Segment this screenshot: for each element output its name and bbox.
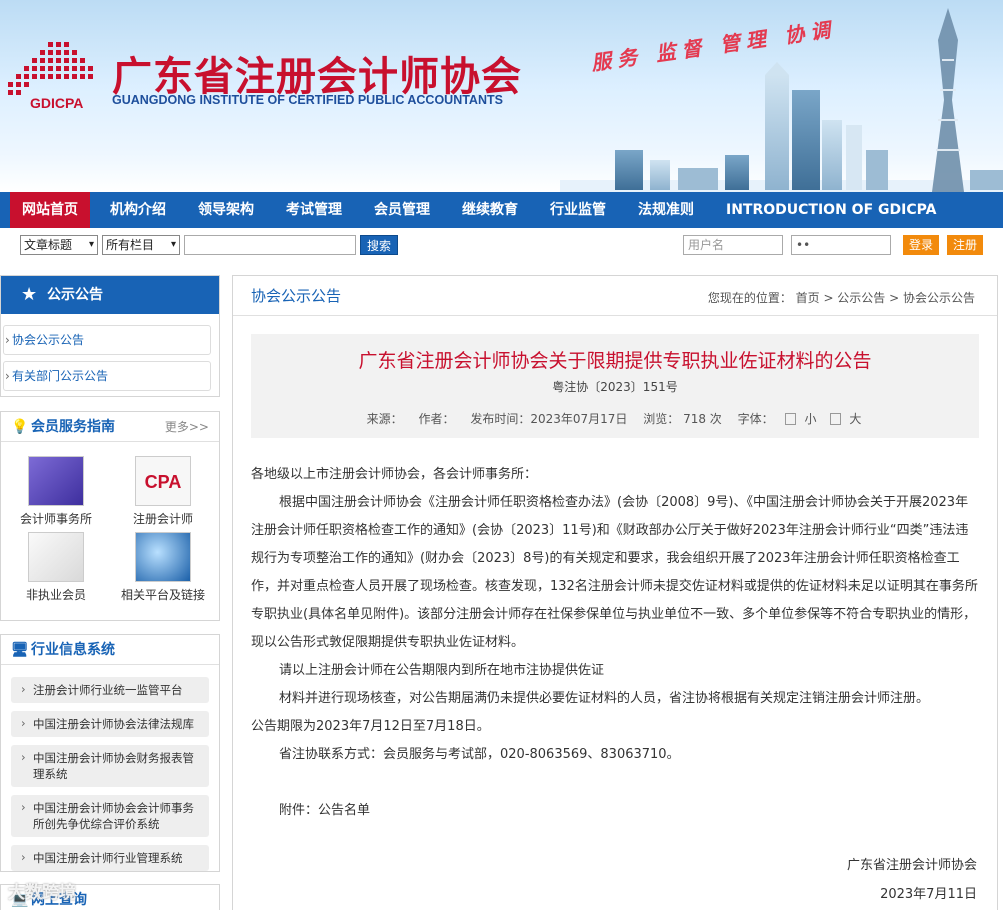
article-title: 广东省注册会计师协会关于限期提供专职执业佐证材料的公告 — [358, 350, 872, 372]
username-input[interactable]: 用户名 — [683, 235, 783, 255]
nav-home[interactable]: 网站首页 — [10, 192, 90, 228]
breadcrumb[interactable]: 您现在的位置： 首页 > 公示公告 > 协会公示公告 — [708, 276, 975, 320]
nav-about[interactable]: 机构介绍 — [98, 192, 178, 228]
section-title: 协会公示公告 — [251, 287, 342, 305]
globe-icon — [135, 532, 191, 582]
sidebar-item-department-notice[interactable]: 有关部门公示公告 — [3, 361, 211, 391]
paragraph-2: 请以上注册会计师在公告期限内到所在地市注协提供佐证 — [279, 663, 605, 678]
nav-exam[interactable]: 考试管理 — [274, 192, 354, 228]
service-cpa-label: 注册会计师 — [132, 512, 193, 526]
register-button[interactable]: 注册 — [947, 235, 983, 255]
service-platforms[interactable]: 相关平台及链接 — [118, 532, 208, 603]
article-meta: 来源： 作者： 发布时间：2023年07月17日 浏览： 718 次 字体： 小… — [251, 410, 979, 427]
contact-info: 省注协联系方式：会员服务与考试部，020-8063569、83063710。 — [279, 747, 680, 762]
font-small-icon — [785, 413, 797, 425]
paragraph-1: 根据中国注册会计师协会《注册会计师任职资格检查办法》(会协〔2008〕9号)、《… — [251, 495, 978, 650]
lightbulb-icon: 💡 — [11, 419, 29, 435]
meta-views: 浏览： 718 次 — [643, 412, 722, 426]
password-input[interactable]: •• — [791, 235, 891, 255]
service-firm-label: 会计师事务所 — [19, 512, 92, 526]
watermark: 大数跨境 — [8, 883, 76, 903]
document-number: 粤注协〔2023〕151号 — [552, 380, 678, 394]
signature-date: 2023年7月11日 — [880, 887, 977, 902]
industry-title: 行业信息系统 — [31, 642, 115, 658]
service-non-practicing[interactable]: 非执业会员 — [11, 532, 101, 603]
industry-header: 🖥 行业信息系统 — [1, 635, 219, 665]
meta-publish-time: 发布时间：2023年07月17日 — [470, 412, 628, 426]
firm-icon — [28, 456, 84, 506]
cpa-icon: CPA — [135, 456, 191, 506]
salutation: 各地级以上市注册会计师协会，各会计师事务所： — [251, 467, 538, 482]
meta-font-label: 字体： — [737, 412, 774, 426]
attachment-link[interactable]: 附件：公告名单 — [251, 797, 979, 825]
member-services-panel: 💡 会员服务指南 更多>> 会计师事务所 CPA 注册会计师 非执业会员 相关平… — [0, 411, 220, 621]
services-title: 会员服务指南 — [31, 419, 115, 435]
column-select[interactable]: 所有栏目 — [102, 235, 180, 255]
paragraph-4: 公告期限为2023年7月12日至7月18日。 — [251, 719, 490, 734]
nav-leadership[interactable]: 领导架构 — [186, 192, 266, 228]
service-non-practicing-label: 非执业会员 — [25, 588, 86, 602]
article-header: 广东省注册会计师协会关于限期提供专职执业佐证材料的公告 粤注协〔2023〕151… — [251, 334, 979, 438]
nav-members[interactable]: 会员管理 — [362, 192, 442, 228]
logo-text: GDICPA — [30, 95, 84, 111]
font-large-button[interactable]: 大 — [830, 412, 867, 426]
document-icon — [28, 532, 84, 582]
signature-org: 广东省注册会计师协会 — [846, 858, 977, 873]
font-small-button[interactable]: 小 — [785, 412, 822, 426]
services-header: 💡 会员服务指南 更多>> — [1, 412, 219, 442]
system-link-financial-reports[interactable]: 中国注册会计师协会财务报表管理系统 — [11, 745, 209, 787]
search-button[interactable]: 搜索 — [360, 235, 398, 255]
sidebar-item-association-notice[interactable]: 协会公示公告 — [3, 325, 211, 355]
login-button[interactable]: 登录 — [903, 235, 939, 255]
meta-author: 作者： — [418, 412, 455, 426]
system-link-industry-management[interactable]: 中国注册会计师行业管理系统 — [11, 845, 209, 871]
service-firm[interactable]: 会计师事务所 — [11, 456, 101, 527]
system-link-firm-evaluation[interactable]: 中国注册会计师协会会计师事务所创先争优综合评价系统 — [11, 795, 209, 837]
article-body: 各地级以上市注册会计师协会，各会计师事务所： 根据中国注册会计师协会《注册会计师… — [251, 461, 979, 825]
main-nav: 网站首页 机构介绍 领导架构 考试管理 会员管理 继续教育 行业监管 法规准则 … — [0, 192, 1003, 228]
system-link-law-database[interactable]: 中国注册会计师协会法律法规库 — [11, 711, 209, 737]
search-type-select[interactable]: 文章标题 — [20, 235, 98, 255]
notice-panel: ★ 公示公告 协会公示公告 有关部门公示公告 — [0, 275, 220, 397]
site-subtitle: GUANGDONG INSTITUTE OF CERTIFIED PUBLIC … — [112, 93, 503, 107]
main-content: 协会公示公告 您现在的位置： 首页 > 公示公告 > 协会公示公告 广东省注册会… — [232, 275, 998, 910]
star-icon: ★ — [21, 284, 38, 305]
service-platforms-label: 相关平台及链接 — [120, 588, 205, 602]
more-link[interactable]: 更多>> — [165, 412, 209, 442]
city-skyline-image — [560, 8, 1003, 192]
notice-title: 公示公告 — [47, 287, 103, 303]
section-header: 协会公示公告 您现在的位置： 首页 > 公示公告 > 协会公示公告 — [233, 276, 997, 316]
search-toolbar: 文章标题 所有栏目 搜索 用户名 •• 登录 注册 — [0, 228, 1003, 262]
service-cpa[interactable]: CPA 注册会计师 — [118, 456, 208, 527]
system-link-supervision-platform[interactable]: 注册会计师行业统一监管平台 — [11, 677, 209, 703]
nav-introduction[interactable]: INTRODUCTION OF GDICPA — [714, 192, 948, 228]
nav-regulations[interactable]: 法规准则 — [626, 192, 706, 228]
nav-supervision[interactable]: 行业监管 — [538, 192, 618, 228]
nav-education[interactable]: 继续教育 — [450, 192, 530, 228]
monitor-icon: 🖥 — [11, 642, 29, 658]
search-input[interactable] — [184, 235, 356, 255]
meta-source: 来源： — [366, 412, 403, 426]
paragraph-3: 材料并进行现场核查，对公告期届满仍未提供必要佐证材料的人员，省注协将根据有关规定… — [279, 691, 930, 706]
site-header: GDICPA 广东省注册会计师协会 GUANGDONG INSTITUTE OF… — [0, 0, 1003, 192]
industry-systems-panel: 🖥 行业信息系统 注册会计师行业统一监管平台 中国注册会计师协会法律法规库 中国… — [0, 634, 220, 872]
font-large-icon — [830, 413, 842, 425]
notice-header: ★ 公示公告 — [1, 276, 219, 314]
